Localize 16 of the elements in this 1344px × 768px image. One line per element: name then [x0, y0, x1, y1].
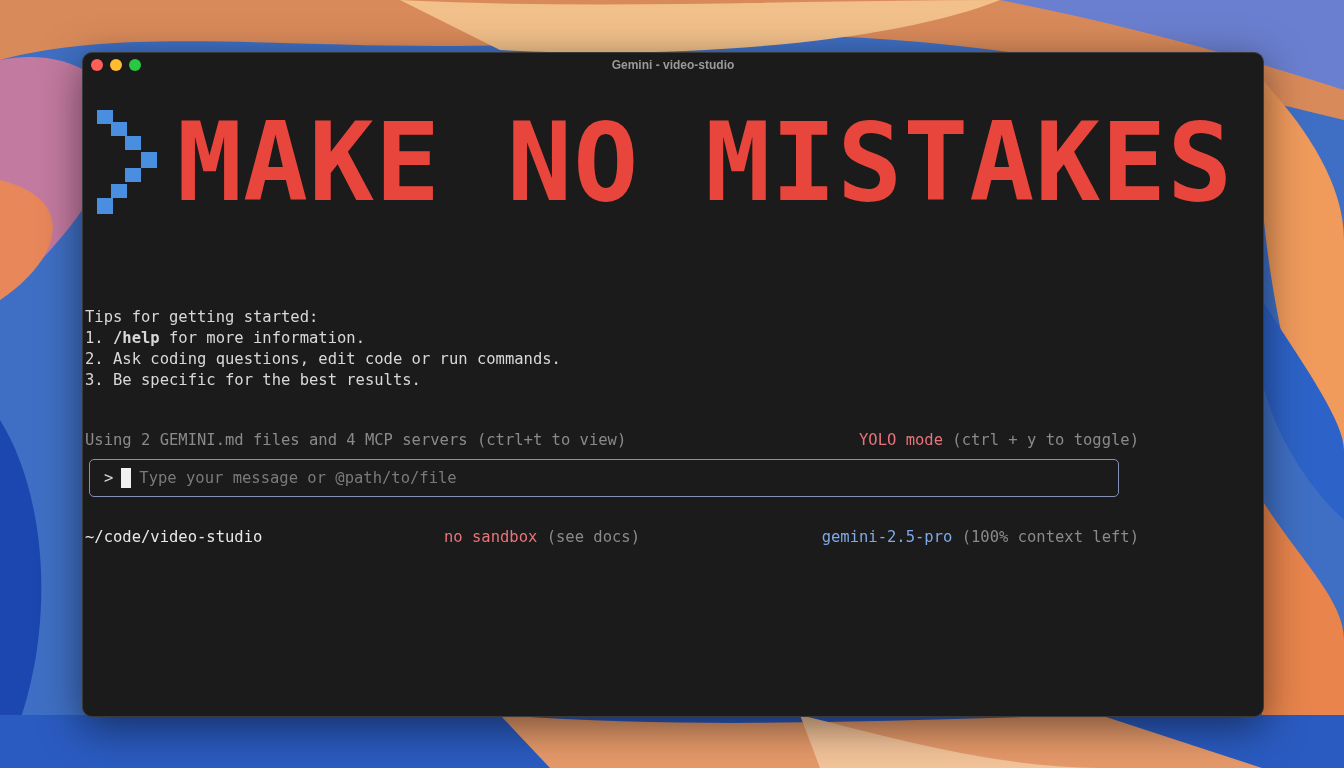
sandbox-status: no sandbox (see docs) [444, 528, 640, 546]
close-button[interactable] [91, 59, 103, 71]
mode-status: YOLO mode (ctrl + y to toggle) [859, 431, 1139, 449]
working-directory: ~/code/video-studio [85, 528, 263, 546]
tip-text: 1. /help for more information. [85, 328, 366, 349]
tips-heading: Tips for getting started: [85, 307, 320, 328]
window-title: Gemini - video-studio [611, 58, 735, 72]
model-status: gemini-2.5-pro (100% context left) [821, 528, 1139, 546]
banner-title: MAKE NO MISTAKES [177, 108, 1234, 217]
chevron-icon [97, 110, 157, 215]
minimize-button[interactable] [110, 59, 122, 71]
zoom-button[interactable] [129, 59, 141, 71]
context-info: Using 2 GEMINI.md files and 4 MCP servers (ctrl+t to view) [85, 431, 627, 449]
tip-text: 2. Ask coding questions, edit code or run commands. [85, 349, 562, 370]
tip-text: 3. Be specific for the best results. [85, 370, 422, 391]
message-input-field[interactable]: > Type your message or @path/to/file [89, 459, 1119, 497]
